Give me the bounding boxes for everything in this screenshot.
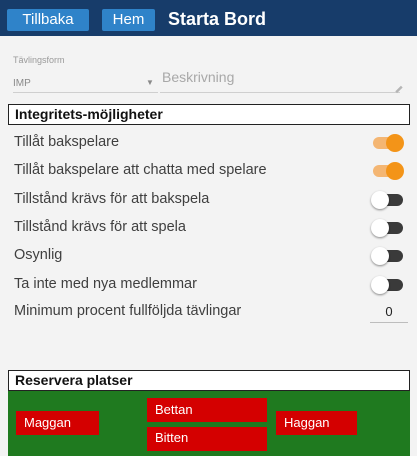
competition-type-label: Tävlingsform [13,55,65,65]
seat-east[interactable]: Haggan [276,411,357,435]
option-invisible: Osynlig [8,244,408,268]
option-label: Tillstånd krävs för att spela [14,219,186,235]
kibitzer-chat-toggle[interactable] [371,162,405,180]
option-allow-kibitzers: Tillåt bakspelare [8,131,408,155]
seat-north[interactable]: Bettan [147,398,267,422]
home-button[interactable]: Hem [102,9,155,31]
back-button[interactable]: Tillbaka [7,9,89,31]
privacy-section-heading: Integritets-möjligheter [8,104,410,125]
min-percent-label: Minimum procent fullföljda tävlingar [14,303,242,319]
competition-type-underline [13,92,158,93]
toggle-knob [371,191,389,209]
toggle-knob [386,162,404,180]
option-label: Tillåt bakspelare [14,134,120,150]
bridge-table: Maggan Bettan Bitten Haggan [8,391,410,456]
top-bar: Tillbaka Hem Starta Bord [0,0,417,36]
option-permission-play: Tillstånd krävs för att spela [8,216,408,240]
option-exclude-new-members: Ta inte med nya medlemmar [8,273,408,297]
option-label: Tillstånd krävs för att bakspela [14,191,210,207]
reserve-section-heading: Reservera platser [8,370,410,391]
page-title: Starta Bord [168,9,267,29]
option-permission-kibitz: Tillstånd krävs för att bakspela [8,188,408,212]
description-field[interactable] [160,62,400,93]
invisible-toggle[interactable] [371,247,405,265]
competition-type-select[interactable]: IMP [13,78,31,89]
table-settings-form: Tävlingsform IMP ▼ [0,38,417,98]
min-percent-input[interactable] [370,301,408,323]
seat-west[interactable]: Maggan [16,411,99,435]
allow-kibitzers-toggle[interactable] [371,134,405,152]
permission-play-toggle[interactable] [371,219,405,237]
option-label: Ta inte med nya medlemmar [14,276,197,292]
option-min-percent: Minimum procent fullföljda tävlingar [8,300,408,324]
option-label: Osynlig [14,247,63,263]
toggle-knob [371,247,389,265]
toggle-knob [371,219,389,237]
exclude-new-members-toggle[interactable] [371,276,405,294]
toggle-knob [371,276,389,294]
permission-kibitz-toggle[interactable] [371,191,405,209]
option-kibitzer-chat: Tillåt bakspelare att chatta med spelare [8,159,408,183]
option-label: Tillåt bakspelare att chatta med spelare [14,162,267,178]
seat-south[interactable]: Bitten [147,427,267,451]
toggle-knob [386,134,404,152]
chevron-down-icon: ▼ [146,78,154,87]
